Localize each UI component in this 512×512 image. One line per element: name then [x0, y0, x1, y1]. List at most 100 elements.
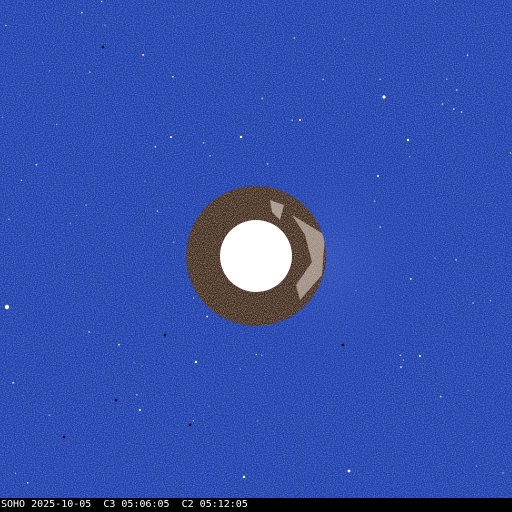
star — [355, 289, 357, 292]
caption-text: SOHO 2025-10-05 C3 05:06:05 C2 05:12:05 — [1, 499, 248, 510]
star — [455, 259, 457, 261]
coronagraph-image: SOHO 2025-10-05 C3 05:06:05 C2 05:12:05 — [0, 0, 512, 512]
star — [170, 136, 172, 138]
star — [456, 89, 458, 91]
star — [107, 215, 109, 217]
star — [446, 78, 448, 80]
star — [4, 304, 10, 310]
star — [20, 179, 23, 182]
star — [156, 210, 159, 212]
star — [408, 155, 411, 158]
star — [260, 354, 263, 357]
star — [202, 141, 205, 144]
star — [377, 175, 379, 177]
star — [379, 78, 381, 81]
star — [172, 75, 174, 78]
star — [466, 54, 469, 56]
star — [448, 99, 450, 101]
star — [373, 200, 376, 203]
star — [266, 162, 269, 165]
star — [475, 465, 477, 467]
star — [141, 365, 143, 367]
star — [409, 277, 412, 280]
star — [48, 414, 51, 417]
star — [76, 214, 78, 216]
star — [8, 218, 10, 220]
star — [142, 53, 145, 56]
star — [88, 331, 91, 333]
star — [434, 257, 436, 260]
star — [291, 119, 293, 121]
star — [140, 393, 142, 395]
star — [255, 353, 257, 356]
star — [206, 315, 209, 318]
star — [460, 111, 463, 113]
star — [382, 95, 386, 99]
star — [194, 360, 198, 364]
star — [168, 207, 170, 209]
star — [89, 71, 91, 73]
dark-speck — [341, 343, 345, 347]
star — [471, 441, 474, 443]
star — [509, 152, 512, 154]
star — [399, 354, 402, 357]
star — [400, 366, 402, 369]
star — [257, 420, 259, 422]
star — [104, 24, 106, 27]
star — [85, 204, 88, 207]
star — [64, 264, 66, 266]
star — [55, 123, 58, 126]
star — [242, 475, 246, 479]
star — [452, 108, 455, 111]
star — [406, 138, 410, 142]
star — [261, 97, 264, 100]
star — [48, 70, 51, 72]
star — [299, 119, 301, 121]
star — [478, 493, 480, 495]
star — [472, 302, 474, 304]
star — [439, 395, 442, 398]
star — [343, 38, 346, 41]
star — [434, 0, 436, 2]
star — [15, 472, 17, 474]
star — [209, 155, 211, 157]
star — [208, 405, 210, 407]
star — [193, 297, 195, 299]
dark-speck — [101, 45, 105, 49]
star — [467, 389, 469, 391]
star — [19, 94, 21, 96]
star — [501, 471, 504, 474]
star — [293, 37, 296, 39]
star — [347, 469, 351, 473]
star — [192, 420, 195, 422]
star — [5, 24, 7, 27]
star — [35, 163, 38, 166]
star — [322, 78, 324, 81]
star — [419, 355, 421, 357]
star — [489, 299, 492, 302]
star — [135, 393, 138, 396]
star — [101, 0, 103, 3]
star — [12, 381, 15, 384]
star — [42, 61, 44, 63]
star — [139, 409, 141, 411]
coronagraph-field — [0, 0, 512, 498]
star — [26, 481, 29, 484]
dark-speck — [114, 398, 118, 402]
star — [172, 241, 175, 243]
dark-speck — [163, 333, 167, 337]
dark-speck — [62, 435, 66, 439]
star — [1, 116, 4, 119]
star — [80, 11, 83, 14]
star — [402, 359, 405, 361]
star — [69, 222, 72, 225]
star — [239, 135, 243, 139]
star — [270, 347, 272, 349]
star — [154, 146, 157, 148]
star — [118, 343, 120, 346]
caption-bar: SOHO 2025-10-05 C3 05:06:05 C2 05:12:05 — [0, 498, 512, 512]
star — [173, 16, 175, 18]
star — [441, 103, 444, 106]
star — [239, 368, 241, 370]
star — [379, 226, 382, 229]
